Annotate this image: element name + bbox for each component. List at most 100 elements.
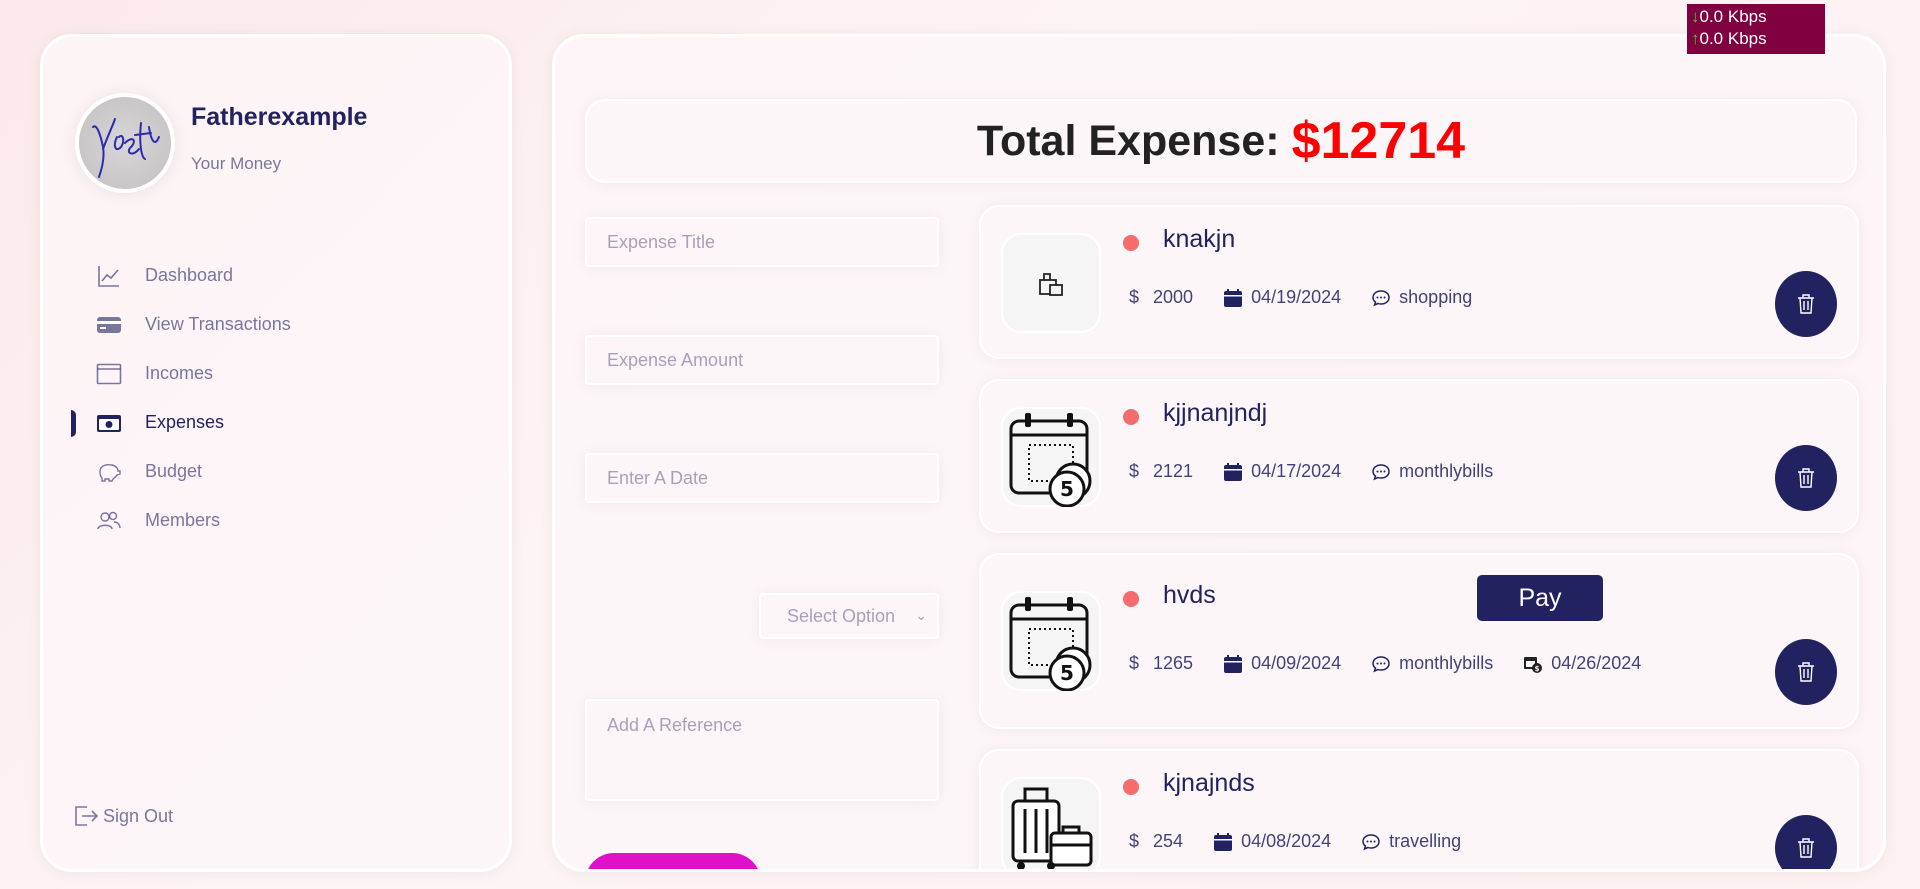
status-dot bbox=[1123, 591, 1139, 607]
expense-meta: $2000 04/19/2024 shopping bbox=[1129, 287, 1502, 308]
users-icon bbox=[95, 507, 123, 535]
user-name: Fatherexample bbox=[191, 103, 368, 131]
delete-button[interactable] bbox=[1775, 271, 1837, 337]
total-expense-amount: $12714 bbox=[1291, 112, 1466, 170]
download-speed: 0.0 Kbps bbox=[1699, 7, 1767, 26]
user-subtitle: Your Money bbox=[191, 154, 282, 173]
expense-amount: 1265 bbox=[1153, 653, 1194, 673]
expense-title-input[interactable] bbox=[585, 217, 939, 267]
sidebar-item-view-transactions[interactable]: View Transactions bbox=[43, 300, 509, 349]
download-arrow-icon: ↓ bbox=[1691, 7, 1700, 26]
calendar-icon bbox=[1224, 654, 1243, 673]
expense-date: 04/09/2024 bbox=[1251, 653, 1342, 673]
expense-meta: $1265 04/09/2024 monthlybills $04/26/202… bbox=[1129, 653, 1671, 674]
expense-date: 04/19/2024 bbox=[1251, 287, 1342, 307]
expense-title: knakjn bbox=[1163, 225, 1236, 253]
reference-textarea[interactable]: Add A Reference bbox=[585, 699, 939, 801]
add-expense-button[interactable]: Add Expense bbox=[585, 853, 761, 869]
trash-icon bbox=[1798, 662, 1814, 682]
sign-out-button[interactable]: Sign Out bbox=[73, 803, 173, 829]
expense-amount-input[interactable] bbox=[585, 335, 939, 385]
expense-date: 04/17/2024 bbox=[1251, 461, 1342, 481]
sidebar-item-label: View Transactions bbox=[145, 314, 291, 334]
dollar-icon: $ bbox=[1129, 653, 1140, 673]
reference-placeholder: Add A Reference bbox=[607, 715, 743, 735]
sidebar: Fatherexample Your Money Dashboard View … bbox=[40, 34, 512, 872]
comment-icon bbox=[1372, 655, 1390, 672]
expense-amount: 2121 bbox=[1153, 461, 1194, 481]
comment-icon bbox=[1372, 463, 1390, 480]
status-dot bbox=[1123, 235, 1139, 251]
total-expense-label: Total Expense: bbox=[976, 116, 1280, 165]
pay-button[interactable]: Pay bbox=[1477, 575, 1603, 621]
chevron-down-icon: ⌄ bbox=[915, 607, 927, 623]
window-icon bbox=[95, 360, 123, 388]
dollar-icon: $ bbox=[1129, 831, 1140, 851]
sidebar-item-label: Expenses bbox=[145, 412, 225, 432]
sign-out-icon bbox=[75, 806, 99, 826]
trash-icon bbox=[1798, 838, 1814, 858]
svg-text:5: 5 bbox=[1060, 661, 1074, 685]
expense-card: 5 kjjnanjndj $2121 04/17/2024 monthlybil… bbox=[979, 379, 1859, 533]
expense-card: kjnajnds $254 04/08/2024 travelling bbox=[979, 749, 1859, 869]
upload-speed: 0.0 Kbps bbox=[1699, 29, 1767, 48]
trash-icon bbox=[1798, 468, 1814, 488]
main-panel: Total Expense: $12714 Select Option ⌄ Ad… bbox=[552, 34, 1886, 872]
sidebar-item-budget[interactable]: Budget bbox=[43, 447, 509, 496]
expense-amount: 2000 bbox=[1153, 287, 1194, 307]
sidebar-item-incomes[interactable]: Incomes bbox=[43, 349, 509, 398]
category-select-value: Select Option bbox=[787, 605, 896, 626]
dollar-icon: $ bbox=[1129, 461, 1140, 481]
sidebar-item-label: Incomes bbox=[145, 363, 214, 383]
calendar-icon bbox=[1224, 288, 1243, 307]
credit-card-icon bbox=[95, 311, 123, 339]
svg-text:5: 5 bbox=[1060, 477, 1074, 501]
expense-meta: $254 04/08/2024 travelling bbox=[1129, 831, 1491, 852]
status-dot bbox=[1123, 779, 1139, 795]
sidebar-item-expenses[interactable]: Expenses bbox=[43, 398, 509, 447]
dollar-icon: $ bbox=[1129, 287, 1140, 307]
expense-meta: $2121 04/17/2024 monthlybills bbox=[1129, 461, 1523, 482]
category-select[interactable]: Select Option ⌄ bbox=[759, 593, 939, 639]
expense-date-input[interactable] bbox=[585, 453, 939, 503]
calendar-icon bbox=[1214, 832, 1233, 851]
sign-out-label: Sign Out bbox=[103, 805, 174, 826]
delete-button[interactable] bbox=[1775, 639, 1837, 705]
calendar-coin-icon: 5 bbox=[1001, 591, 1101, 691]
expense-date: 04/08/2024 bbox=[1241, 831, 1332, 851]
signature-image bbox=[92, 118, 160, 178]
delete-button[interactable] bbox=[1775, 445, 1837, 511]
status-dot bbox=[1123, 409, 1139, 425]
upload-arrow-icon: ↑ bbox=[1691, 29, 1700, 48]
avatar bbox=[75, 93, 175, 193]
expense-amount: 254 bbox=[1153, 831, 1184, 851]
sidebar-item-dashboard[interactable]: Dashboard bbox=[43, 251, 509, 300]
svg-text:$: $ bbox=[1535, 665, 1540, 673]
delete-button[interactable] bbox=[1775, 815, 1837, 869]
expense-category: shopping bbox=[1399, 287, 1473, 307]
trash-icon bbox=[1798, 294, 1814, 314]
user-profile: Fatherexample Your Money bbox=[75, 93, 367, 193]
sidebar-item-label: Dashboard bbox=[145, 265, 234, 285]
expense-category: monthlybills bbox=[1399, 461, 1494, 481]
luggage-icon bbox=[1001, 777, 1101, 869]
sidebar-nav: Dashboard View Transactions Incomes Expe… bbox=[43, 251, 509, 545]
sidebar-item-members[interactable]: Members bbox=[43, 496, 509, 545]
expense-card: 5 hvds Pay $1265 04/09/2024 monthlybills… bbox=[979, 553, 1859, 729]
due-date-icon: $ bbox=[1524, 656, 1543, 673]
sidebar-item-label: Members bbox=[145, 510, 221, 530]
total-expense-header: Total Expense: $12714 bbox=[585, 99, 1857, 183]
expense-category: monthlybills bbox=[1399, 653, 1494, 673]
expense-due-date: 04/26/2024 bbox=[1551, 653, 1642, 673]
calendar-icon bbox=[1224, 462, 1243, 481]
expense-title: hvds bbox=[1163, 581, 1216, 609]
calendar-coin-icon: 5 bbox=[1001, 407, 1101, 507]
expense-title: kjnajnds bbox=[1163, 769, 1255, 797]
piggy-bank-icon bbox=[95, 458, 123, 486]
shopping-bag-icon bbox=[1001, 233, 1101, 333]
expense-category: travelling bbox=[1389, 831, 1462, 851]
network-speed-widget: ↓0.0 Kbps ↑0.0 Kbps bbox=[1687, 4, 1825, 54]
expense-card: knakjn $2000 04/19/2024 shopping bbox=[979, 205, 1859, 359]
comment-icon bbox=[1372, 289, 1390, 306]
sidebar-item-label: Budget bbox=[145, 461, 203, 481]
